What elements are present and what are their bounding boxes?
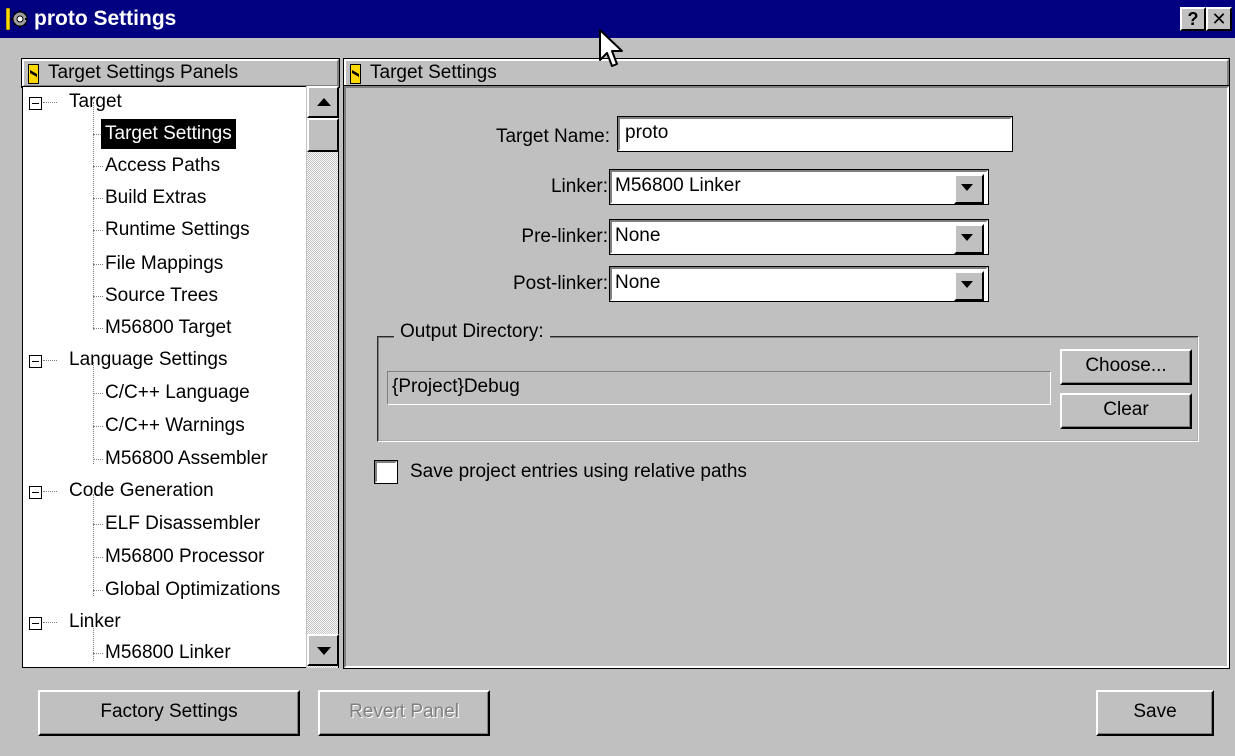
dropdown-button[interactable] bbox=[954, 271, 984, 301]
tree-connector bbox=[43, 360, 57, 361]
postlinker-select[interactable]: None bbox=[609, 266, 989, 302]
scroll-up-button[interactable] bbox=[307, 86, 339, 118]
relative-paths-label[interactable]: Save project entries using relative path… bbox=[410, 458, 747, 486]
linker-value: M56800 Linker bbox=[615, 175, 741, 196]
tree-panel-header: Target Settings Panels bbox=[21, 58, 340, 88]
arrow-up-icon bbox=[317, 98, 331, 106]
close-button[interactable]: ✕ bbox=[1206, 7, 1232, 31]
tree-item-label: Build Extras bbox=[105, 187, 207, 208]
tree-connector bbox=[43, 491, 57, 492]
postlinker-label: Post-linker: bbox=[512, 273, 608, 294]
output-directory-value: {Project}Debug bbox=[387, 371, 1051, 405]
tree-item-label: M56800 Assembler bbox=[105, 448, 268, 469]
tree-item-label: Source Trees bbox=[105, 285, 218, 306]
tree-connector bbox=[43, 102, 57, 103]
tree-item-label: M56800 Target bbox=[105, 317, 232, 338]
linker-label: Linker: bbox=[550, 176, 608, 197]
tree-group-label: Linker bbox=[69, 611, 121, 632]
tree-item-label: M56800 Processor bbox=[105, 546, 265, 567]
tree-item-label: C/C++ Language bbox=[105, 382, 250, 403]
tree-group-label: Target bbox=[69, 91, 122, 112]
dropdown-button[interactable] bbox=[954, 224, 984, 254]
choose-button[interactable]: Choose... bbox=[1060, 349, 1192, 385]
tree-scrollbar[interactable] bbox=[306, 86, 339, 668]
relative-paths-checkbox[interactable] bbox=[374, 460, 398, 484]
tree-item-label: File Mappings bbox=[105, 253, 224, 274]
tree-group-target[interactable]: Target bbox=[23, 87, 323, 117]
save-button[interactable]: Save bbox=[1096, 690, 1214, 736]
tree-item-label: Runtime Settings bbox=[105, 219, 250, 240]
arrow-down-icon bbox=[317, 647, 331, 655]
collapse-icon[interactable] bbox=[29, 355, 42, 368]
app-gear-icon bbox=[6, 8, 28, 30]
collapse-icon[interactable] bbox=[29, 617, 42, 630]
close-icon: ✕ bbox=[1211, 9, 1227, 29]
tree-group-linker[interactable]: Linker bbox=[23, 607, 323, 637]
settings-panel-header: Target Settings bbox=[343, 58, 1230, 88]
tree-group-label: Language Settings bbox=[69, 349, 228, 370]
target-name-label: Target Name: bbox=[495, 126, 610, 147]
tree-group-label: Code Generation bbox=[69, 480, 214, 501]
target-name-field[interactable]: proto bbox=[617, 116, 1013, 152]
mouse-cursor-icon bbox=[599, 29, 623, 67]
prelinker-label: Pre-linker: bbox=[521, 226, 608, 247]
tree-group-code-generation[interactable]: Code Generation bbox=[23, 476, 323, 506]
tree-item-label: Target Settings bbox=[101, 119, 236, 149]
prelinker-value: None bbox=[615, 225, 661, 246]
chevron-down-icon bbox=[961, 184, 973, 191]
tree-item-label: Global Optimizations bbox=[105, 579, 281, 600]
output-directory-label: Output Directory: bbox=[394, 318, 550, 346]
chevron-down-icon bbox=[961, 234, 973, 241]
tree-connector bbox=[93, 494, 94, 596]
prelinker-select[interactable]: None bbox=[609, 219, 989, 255]
dropdown-button[interactable] bbox=[954, 174, 984, 204]
tree-item-label: M56800 Linker bbox=[105, 642, 231, 663]
collapse-icon[interactable] bbox=[29, 486, 42, 499]
help-button[interactable]: ? bbox=[1180, 7, 1206, 31]
tree-item-label: Access Paths bbox=[105, 155, 221, 176]
factory-settings-button[interactable]: Factory Settings bbox=[38, 690, 300, 736]
tree-item-label: C/C++ Warnings bbox=[105, 415, 245, 436]
linker-select[interactable]: M56800 Linker bbox=[609, 169, 989, 205]
collapse-icon[interactable] bbox=[29, 97, 42, 110]
tree-group-language-settings[interactable]: Language Settings bbox=[23, 345, 323, 375]
clear-button[interactable]: Clear bbox=[1060, 393, 1192, 429]
tree-connector bbox=[43, 622, 57, 623]
tree-panel-title: Target Settings Panels bbox=[48, 62, 239, 83]
settings-tree[interactable]: Target Target Settings Access Paths Buil… bbox=[22, 86, 339, 668]
panel-header-icon bbox=[350, 64, 361, 84]
scroll-down-button[interactable] bbox=[307, 634, 339, 666]
tree-connector bbox=[93, 362, 94, 464]
postlinker-value: None bbox=[615, 272, 661, 293]
settings-panel-title: Target Settings bbox=[370, 62, 497, 83]
chevron-down-icon bbox=[961, 281, 973, 288]
panel-header-icon bbox=[28, 64, 39, 84]
tree-item-label: ELF Disassembler bbox=[105, 513, 261, 534]
revert-panel-button[interactable]: Revert Panel bbox=[318, 690, 490, 736]
scroll-thumb[interactable] bbox=[307, 118, 339, 152]
window-title: proto Settings bbox=[34, 7, 177, 30]
